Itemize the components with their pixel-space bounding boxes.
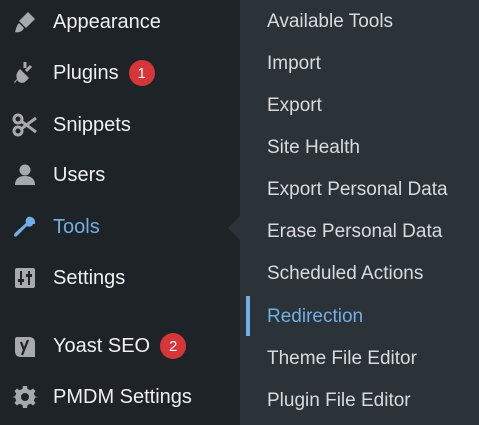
submenu-item-label: Redirection (267, 306, 364, 327)
yoast-icon (10, 331, 40, 361)
submenu-item-plugin-file-editor[interactable]: Plugin File Editor (240, 381, 479, 421)
sliders-icon (10, 263, 40, 293)
plugins-update-badge: 1 (128, 60, 155, 86)
scissors-icon (10, 110, 40, 140)
tools-submenu: Available Tools Import Export Site Healt… (240, 0, 479, 425)
submenu-item-export-personal-data[interactable]: Export Personal Data (240, 170, 479, 210)
sidebar-item-tools[interactable]: Tools (0, 205, 240, 249)
wrench-icon (10, 212, 40, 242)
submenu-item-label: Scheduled Actions (267, 263, 424, 284)
user-icon (10, 160, 40, 190)
submenu-item-erase-personal-data[interactable]: Erase Personal Data (240, 212, 479, 252)
gear-icon (10, 382, 40, 412)
yoast-notification-badge: 2 (160, 333, 187, 359)
sidebar-item-pmdm-settings[interactable]: PMDM Settings (0, 375, 240, 419)
sidebar-item-label: PMDM Settings (53, 385, 192, 408)
submenu-item-label: Import (267, 53, 321, 74)
sidebar-item-label: Settings (53, 266, 126, 289)
submenu-item-label: Export Personal Data (267, 179, 448, 200)
paintbrush-icon (10, 7, 40, 37)
submenu-item-label: Plugin File Editor (267, 390, 411, 411)
sidebar-item-label: Tools (53, 215, 100, 238)
sidebar-item-label: Users (53, 163, 106, 186)
plug-icon (10, 58, 40, 88)
submenu-item-theme-file-editor[interactable]: Theme File Editor (240, 339, 479, 379)
submenu-item-label: Available Tools (267, 11, 394, 32)
submenu-item-scheduled-actions[interactable]: Scheduled Actions (240, 254, 479, 294)
submenu-item-import[interactable]: Import (240, 44, 479, 84)
submenu-item-label: Export (267, 95, 322, 116)
submenu-item-label: Site Health (267, 137, 360, 158)
sidebar-item-settings[interactable]: Settings (0, 256, 240, 300)
sidebar-item-label: Plugins (53, 61, 119, 84)
admin-sidebar: Appearance Plugins 1 Snippets Users Tool… (0, 0, 240, 425)
sidebar-item-users[interactable]: Users (0, 153, 240, 197)
sidebar-item-snippets[interactable]: Snippets (0, 103, 240, 147)
submenu-item-export[interactable]: Export (240, 86, 479, 126)
sidebar-item-label: Appearance (53, 10, 161, 33)
sidebar-item-appearance[interactable]: Appearance (0, 0, 240, 44)
current-menu-pointer (228, 216, 240, 240)
submenu-item-label: Erase Personal Data (267, 221, 443, 242)
sidebar-item-label: Yoast SEO (53, 334, 151, 357)
submenu-item-label: Theme File Editor (267, 348, 417, 369)
sidebar-item-plugins[interactable]: Plugins 1 (0, 51, 240, 95)
submenu-item-available-tools[interactable]: Available Tools (240, 2, 479, 42)
sidebar-item-yoast-seo[interactable]: Yoast SEO 2 (0, 324, 240, 368)
submenu-item-redirection[interactable]: Redirection (240, 297, 479, 337)
submenu-item-site-health[interactable]: Site Health (240, 128, 479, 168)
sidebar-item-label: Snippets (53, 113, 131, 136)
